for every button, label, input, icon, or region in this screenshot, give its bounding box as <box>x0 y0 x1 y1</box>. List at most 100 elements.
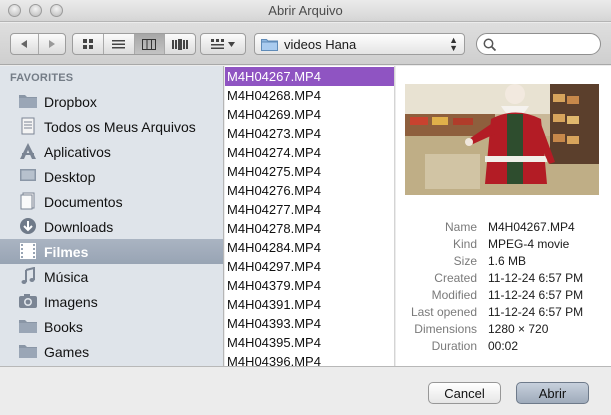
sidebar-item-label: Aplicativos <box>44 144 111 160</box>
file-row[interactable]: M4H04278.MP4 <box>225 219 394 238</box>
file-row[interactable]: M4H04393.MP4 <box>225 314 394 333</box>
icon-view-icon <box>82 39 93 49</box>
sidebar-item-label: Documentos <box>44 194 123 210</box>
title-bar: Abrir Arquivo <box>0 0 611 22</box>
dialog-footer: Cancel Abrir <box>0 366 611 415</box>
cancel-button[interactable]: Cancel <box>428 382 501 404</box>
icon-view-button[interactable] <box>73 34 104 54</box>
info-row-modified: Modified 11-12-24 6:57 PM <box>396 288 611 305</box>
file-row[interactable]: M4H04269.MP4 <box>225 105 394 124</box>
coverflow-view-icon <box>172 38 189 50</box>
info-key: Size <box>453 254 477 268</box>
desktop-icon <box>20 169 36 181</box>
file-row[interactable]: M4H04277.MP4 <box>225 200 394 219</box>
downloads-icon <box>20 218 36 234</box>
info-row-duration: Duration 00:02 <box>396 339 611 356</box>
info-row-last-opened: Last opened 11-12-24 6:57 PM <box>396 305 611 322</box>
preview-pane: Name M4H04267.MP4 Kind MPEG-4 movie Size… <box>396 66 611 366</box>
file-row[interactable]: M4H04276.MP4 <box>225 181 394 200</box>
sidebar-item-dropbox[interactable]: Dropbox <box>0 89 223 114</box>
column-view-button[interactable] <box>134 34 166 54</box>
updown-arrows-icon: ▲ ▼ <box>449 35 458 53</box>
sidebar-item-games[interactable]: Games <box>0 339 223 364</box>
sidebar-item-pictures[interactable]: Imagens <box>0 289 223 314</box>
music-icon <box>21 267 35 284</box>
file-row[interactable]: M4H04395.MP4 <box>225 333 394 352</box>
column-view-icon <box>142 38 157 50</box>
file-row[interactable]: M4H04268.MP4 <box>225 86 394 105</box>
list-view-icon <box>112 39 126 48</box>
file-row[interactable]: M4H04273.MP4 <box>225 124 394 143</box>
search-input[interactable] <box>500 37 595 51</box>
forward-arrow-icon <box>48 40 55 48</box>
search-icon <box>483 38 496 51</box>
sidebar-item-label: Desktop <box>44 169 96 185</box>
info-key: Last opened <box>410 305 477 319</box>
chevron-down-icon <box>228 41 235 47</box>
file-row[interactable]: M4H04274.MP4 <box>225 143 394 162</box>
coverflow-view-button[interactable] <box>165 34 195 54</box>
applications-icon <box>20 143 36 159</box>
file-row[interactable]: M4H04267.MP4 <box>225 67 394 86</box>
sidebar-item-documents[interactable]: Documentos <box>0 189 223 214</box>
all-files-icon <box>21 117 35 135</box>
sidebar-item-label: Games <box>44 344 90 360</box>
view-mode-selector <box>72 33 196 55</box>
info-key: Name <box>444 220 477 234</box>
info-value: 11-12-24 6:57 PM <box>488 305 584 319</box>
history-nav <box>10 33 66 55</box>
list-view-button[interactable] <box>104 34 135 54</box>
info-row-kind: Kind MPEG-4 movie <box>396 237 611 254</box>
sidebar-item-books[interactable]: Books <box>0 314 223 339</box>
folder-icon <box>19 320 37 333</box>
open-button[interactable]: Abrir <box>516 382 589 404</box>
file-row[interactable]: M4H04396.MP4 <box>225 352 394 366</box>
folder-icon <box>261 39 278 51</box>
location-popup[interactable]: videos Hana ▲ ▼ <box>254 33 465 55</box>
search-field[interactable] <box>476 33 601 55</box>
sidebar-item-applications[interactable]: Aplicativos <box>0 139 223 164</box>
back-button[interactable] <box>11 34 39 54</box>
folder-icon <box>19 345 37 358</box>
info-key: Created <box>434 271 477 285</box>
info-row-name: Name M4H04267.MP4 <box>396 220 611 237</box>
sidebar-item-desktop[interactable]: Desktop <box>0 164 223 189</box>
info-value: MPEG-4 movie <box>488 237 570 251</box>
sidebar-item-all-files[interactable]: Todos os Meus Arquivos <box>0 114 223 139</box>
file-row[interactable]: M4H04379.MP4 <box>225 276 394 295</box>
window-title: Abrir Arquivo <box>268 3 343 18</box>
sidebar: FAVORITES Dropbox Todos os Meus Arquivos… <box>0 66 224 366</box>
info-key: Dimensions <box>414 322 477 336</box>
sidebar-item-downloads[interactable]: Downloads <box>0 214 223 239</box>
folder-icon <box>19 95 37 108</box>
video-thumbnail <box>405 84 599 195</box>
arrange-button[interactable] <box>200 33 246 55</box>
file-row[interactable]: M4H04391.MP4 <box>225 295 394 314</box>
sidebar-header: FAVORITES <box>10 72 74 84</box>
info-row-size: Size 1.6 MB <box>396 254 611 271</box>
location-label: videos Hana <box>284 36 357 52</box>
sidebar-item-movies[interactable]: Filmes <box>0 239 223 264</box>
sidebar-item-label: Filmes <box>44 244 89 260</box>
sidebar-item-label: Downloads <box>44 219 114 235</box>
documents-icon <box>20 192 35 210</box>
forward-button[interactable] <box>39 34 66 54</box>
movies-icon <box>20 243 36 259</box>
sidebar-item-label: Todos os Meus Arquivos <box>44 119 196 135</box>
file-row[interactable]: M4H04275.MP4 <box>225 162 394 181</box>
file-row[interactable]: M4H04297.MP4 <box>225 257 394 276</box>
info-row-dimensions: Dimensions 1280 × 720 <box>396 322 611 339</box>
info-value: 1280 × 720 <box>488 322 549 336</box>
info-value: 1.6 MB <box>488 254 527 268</box>
info-value: 11-12-24 6:57 PM <box>488 271 584 285</box>
sidebar-item-label: Books <box>44 319 83 335</box>
sidebar-item-label: Imagens <box>44 294 98 310</box>
sidebar-item-music[interactable]: Música <box>0 264 223 289</box>
info-value: 11-12-24 6:57 PM <box>488 288 584 302</box>
file-list-column: M4H04267.MP4 M4H04268.MP4 M4H04269.MP4 M… <box>225 66 395 366</box>
sidebar-item-label: Dropbox <box>44 94 97 110</box>
info-row-created: Created 11-12-24 6:57 PM <box>396 271 611 288</box>
file-row[interactable]: M4H04284.MP4 <box>225 238 394 257</box>
info-key: Kind <box>452 237 477 251</box>
pictures-icon <box>19 294 37 308</box>
